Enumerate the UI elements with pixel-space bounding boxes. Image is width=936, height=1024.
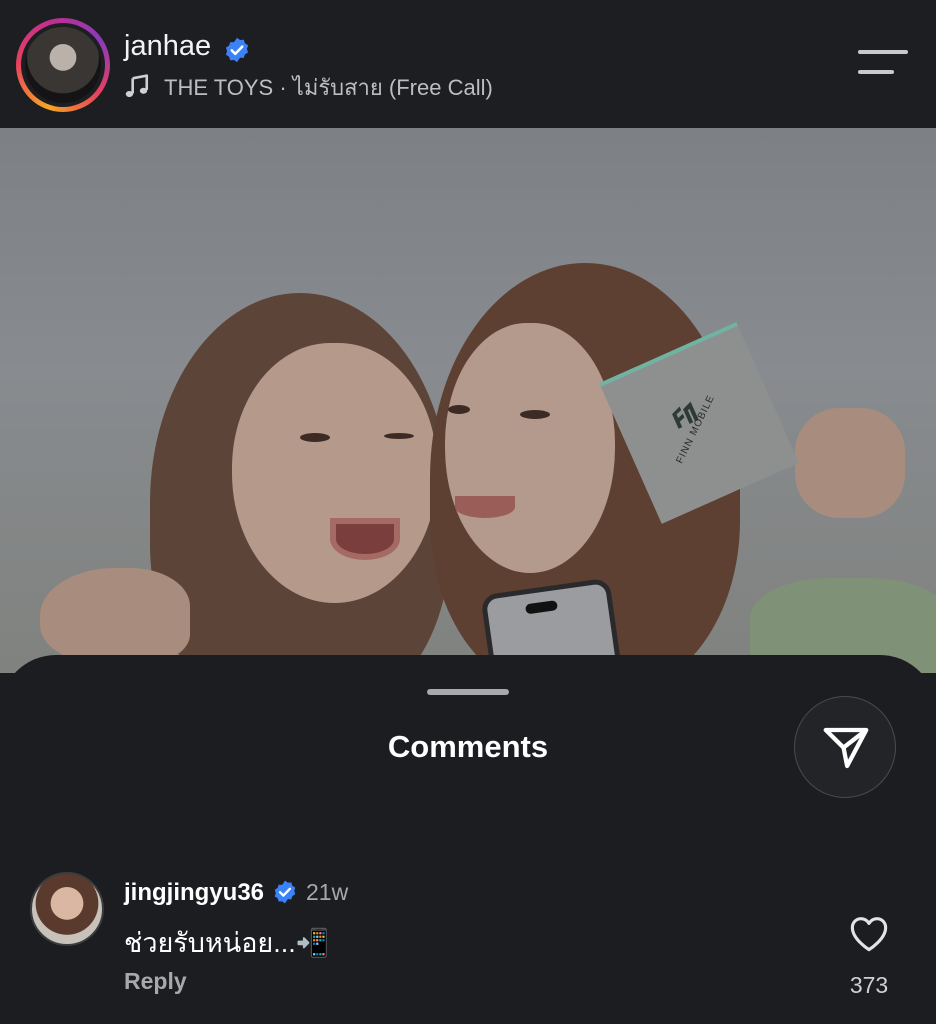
sheet-grabber[interactable] [427, 689, 509, 695]
post-header: janhae THE TOYS · ไม่รับสาย (Free Call) [0, 0, 936, 128]
username[interactable]: janhae [124, 30, 211, 63]
verified-badge-icon [226, 37, 249, 63]
reply-button[interactable]: Reply [124, 968, 187, 995]
post-photo: FINN MOBILE [0, 128, 936, 673]
profile-avatar[interactable] [16, 18, 110, 112]
share-button[interactable] [794, 696, 896, 798]
comment-avatar[interactable] [30, 872, 104, 946]
send-icon [823, 727, 869, 769]
music-note-icon [125, 74, 149, 98]
heart-icon[interactable] [848, 913, 890, 953]
comments-sheet: Comments jingjingyu36 21w ช่วยรับหน่อย..… [0, 655, 936, 1024]
comment-timestamp: 21w [306, 879, 349, 905]
menu-icon[interactable] [858, 48, 908, 80]
music-track-label: THE TOYS · ไม่รับสาย (Free Call) [164, 74, 493, 100]
like-count: 373 [849, 972, 889, 998]
verified-badge-icon [274, 880, 296, 904]
music-track[interactable]: THE TOYS · ไม่รับสาย (Free Call) [124, 72, 493, 102]
comment-username[interactable]: jingjingyu36 [124, 879, 264, 907]
comment-text: ช่วยรับหน่อย...📲 [124, 928, 330, 958]
